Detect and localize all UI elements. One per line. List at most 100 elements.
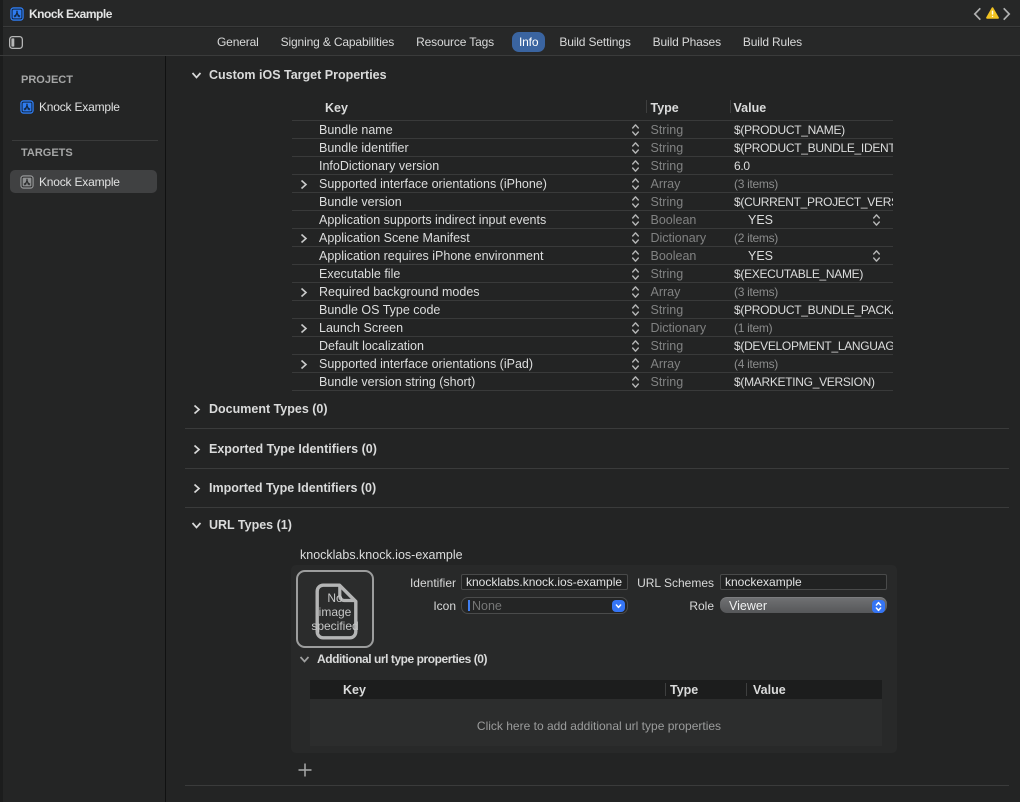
property-key: Application supports indirect input even… (319, 211, 546, 229)
url-type-image-well[interactable]: Noimagespecified (296, 570, 374, 648)
property-value[interactable]: 6.0 (734, 157, 893, 175)
property-row[interactable]: Required background modesArray(3 items) (292, 282, 894, 300)
property-value[interactable]: $(DEVELOPMENT_LANGUAGE) (734, 337, 893, 355)
value-stepper-icon[interactable] (872, 213, 881, 229)
field-value-text: knockexample (725, 575, 802, 589)
property-row[interactable]: Application requires iPhone environmentB… (292, 246, 894, 264)
property-type: String (651, 301, 684, 319)
property-key: Bundle OS Type code (319, 301, 440, 319)
property-value[interactable]: YES (748, 211, 893, 229)
property-value[interactable]: (3 items) (734, 283, 893, 301)
section-divider (185, 507, 1009, 508)
table-header-row: Key Type Value (292, 99, 894, 120)
property-key: Bundle name (319, 121, 393, 139)
title-bar: Knock Example (0, 0, 1020, 27)
url-schemes-label: URL Schemes (594, 576, 714, 590)
chevron-right-icon (191, 404, 202, 415)
property-row[interactable]: Application Scene ManifestDictionary(2 i… (292, 228, 894, 246)
forward-chevron-icon[interactable] (1002, 7, 1011, 21)
tab-build-settings[interactable]: Build Settings (559, 32, 630, 52)
property-value[interactable]: $(PRODUCT_BUNDLE_IDENTIFIER) (734, 139, 893, 157)
property-type: Dictionary (651, 319, 707, 337)
property-value[interactable]: $(EXECUTABLE_NAME) (734, 265, 893, 283)
property-type: String (651, 373, 684, 391)
property-row[interactable]: Bundle identifier String $(PRODUCT_BUNDLE_… (292, 138, 894, 156)
property-row[interactable]: Application supports indirect input even… (292, 210, 894, 228)
role-label: Role (594, 599, 714, 613)
tab-resource-tags[interactable]: Resource Tags (416, 32, 494, 52)
warning-triangle-icon[interactable] (986, 7, 999, 19)
value-stepper-icon[interactable] (872, 249, 881, 265)
property-value[interactable]: YES (748, 247, 893, 265)
property-value[interactable]: (2 items) (734, 229, 893, 247)
property-row[interactable]: Supported interface orientations (iPhone… (292, 174, 894, 192)
tab-general[interactable]: General (217, 32, 259, 52)
project-section-heading: PROJECT (21, 74, 73, 86)
property-value[interactable]: (3 items) (734, 175, 893, 193)
property-row[interactable]: Launch ScreenDictionary(1 item) (292, 318, 894, 336)
property-row[interactable]: Supported interface orientations (iPad) A… (292, 354, 894, 372)
property-key: Bundle identifier (319, 139, 409, 157)
url-schemes-field[interactable]: knockexample (720, 574, 887, 590)
property-row[interactable]: Bundle versionString$(CURRENT_PROJECT_VE… (292, 192, 894, 210)
property-value[interactable]: $(MARKETING_VERSION) (734, 373, 893, 391)
role-popup-button[interactable]: Viewer (720, 597, 887, 613)
property-type: Array (651, 175, 681, 193)
property-type: Boolean (651, 211, 697, 229)
property-row[interactable]: Bundle nameString$(PRODUCT_NAME) (292, 120, 894, 138)
column-header-value: Value (734, 99, 767, 116)
icon-label: Icon (391, 599, 456, 613)
sidebar-item-label: Knock Example (39, 100, 120, 114)
popup-value-text: Viewer (729, 599, 767, 613)
property-row[interactable]: Bundle OS Type code String $(PRODUCT_BUNDL… (292, 300, 894, 318)
column-header-type: Type (651, 99, 679, 116)
back-chevron-icon[interactable] (973, 7, 982, 21)
xcode-window: Knock Example General Signing & Capabilit… (0, 0, 1020, 802)
property-type: Array (651, 283, 681, 301)
property-value[interactable]: $(PRODUCT_BUNDLE_PACKAGE_TYPE) (734, 301, 893, 319)
section-divider (185, 428, 1009, 429)
property-key: Executable file (319, 265, 400, 283)
section-exported-type-identifiers[interactable]: Exported Type Identifiers (0) (191, 442, 377, 456)
sidebar-divider (12, 140, 158, 141)
no-image-label: Noimagespecified (298, 591, 372, 633)
toolbar-divider (0, 55, 1020, 56)
property-type: String (651, 139, 684, 157)
custom-properties-table: Key Type Value Bundle nameString$(PRODUC… (292, 99, 894, 390)
property-row[interactable]: Bundle version string (short) String $(MAR… (292, 372, 894, 390)
property-row[interactable]: InfoDictionary versionString6.0 (292, 156, 894, 174)
additional-table-empty-area[interactable]: Click here to add additional url type pr… (310, 699, 882, 746)
project-app-icon (10, 7, 24, 21)
tab-build-phases[interactable]: Build Phases (653, 32, 721, 52)
custom-props-header[interactable]: Custom iOS Target Properties (191, 68, 387, 82)
property-key: Supported interface orientations (iPad) (319, 355, 533, 373)
additional-props-header[interactable]: Additional url type properties (0) (299, 652, 487, 666)
tab-build-rules[interactable]: Build Rules (743, 32, 802, 52)
column-divider (665, 683, 666, 697)
section-document-types[interactable]: Document Types (0) (191, 402, 328, 416)
section-url-types[interactable]: URL Types (1) (191, 518, 292, 532)
property-type: Array (651, 355, 681, 373)
chevron-down-icon (191, 520, 202, 531)
column-divider (746, 683, 747, 697)
property-row[interactable]: Default localizationString$(DEVELOPMENT_… (292, 336, 894, 354)
section-title: Imported Type Identifiers (0) (209, 481, 376, 495)
property-key: Bundle version string (short) (319, 373, 475, 391)
sidebar-toggle-icon[interactable] (9, 36, 23, 49)
sidebar-item-project[interactable]: Knock Example (10, 95, 157, 118)
section-title: Custom iOS Target Properties (209, 68, 387, 82)
property-value[interactable]: (4 items) (734, 355, 893, 373)
tab-signing-capabilities[interactable]: Signing & Capabilities (281, 32, 394, 52)
column-header-key: Key (325, 99, 348, 116)
tab-info[interactable]: Info (512, 32, 545, 52)
property-value[interactable]: (1 item) (734, 319, 893, 337)
section-imported-type-identifiers[interactable]: Imported Type Identifiers (0) (191, 481, 376, 495)
sidebar-item-target[interactable]: Knock Example (10, 170, 157, 193)
property-value[interactable]: $(PRODUCT_NAME) (734, 121, 893, 139)
url-type-card: Noimagespecified Identifier knocklabs.kn… (291, 565, 897, 753)
property-value[interactable]: $(CURRENT_PROJECT_VERSION) (734, 193, 893, 211)
property-key: Application Scene Manifest (319, 229, 470, 247)
property-key: Application requires iPhone environment (319, 247, 543, 265)
property-row[interactable]: Executable fileString$(EXECUTABLE_NAME) (292, 264, 894, 282)
add-url-type-button[interactable] (298, 763, 312, 777)
